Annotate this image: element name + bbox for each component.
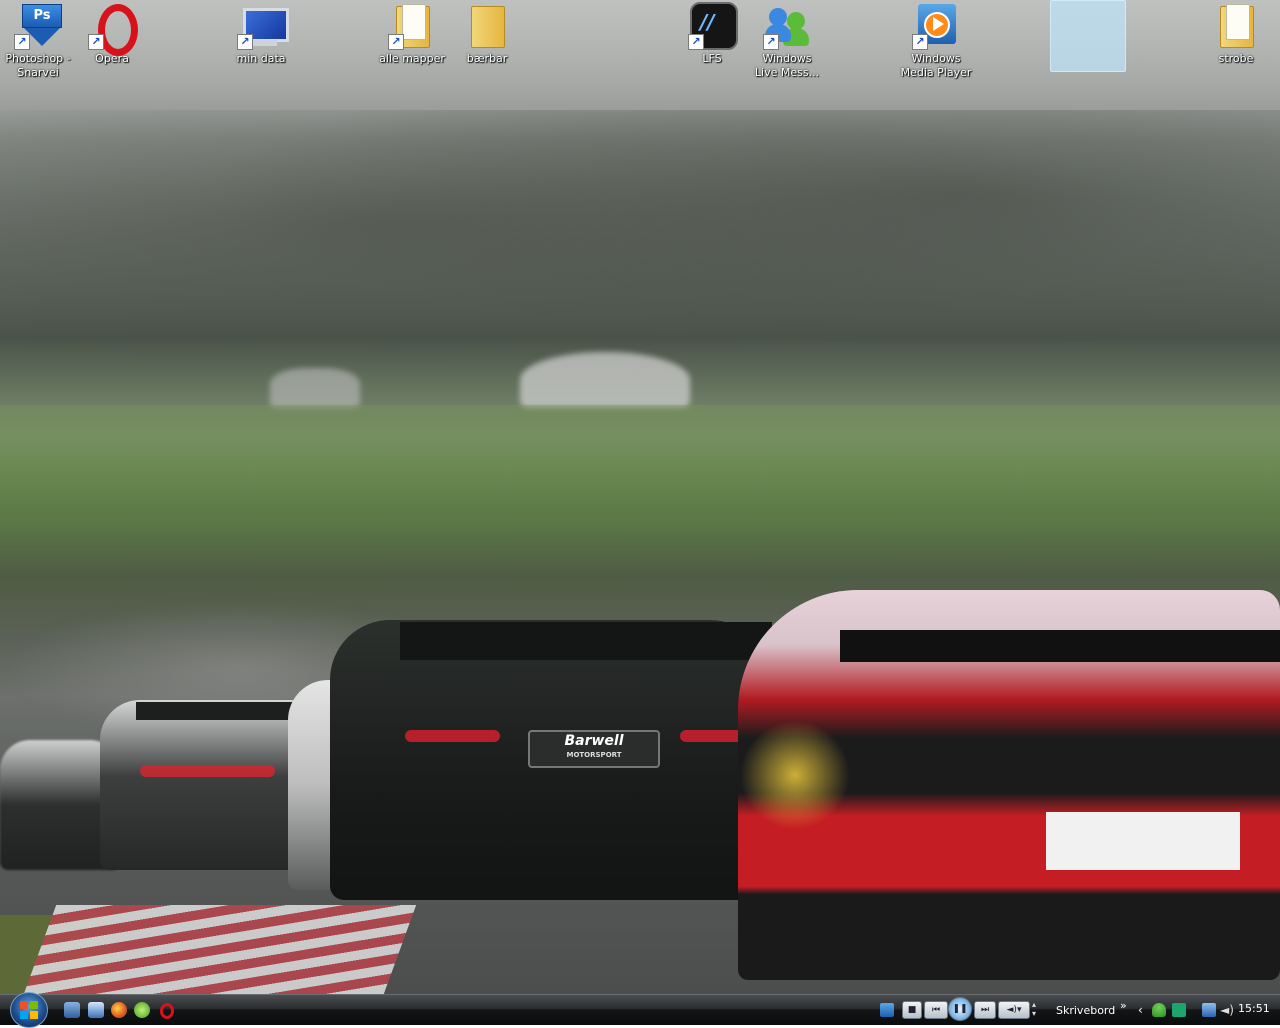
shortcut-arrow-icon: ↗ (14, 34, 30, 50)
folder-icon (1212, 2, 1260, 50)
shortcut-arrow-icon: ↗ (88, 34, 104, 50)
selected-desktop-icon-highlight[interactable] (1050, 0, 1126, 72)
desktop-icon-label: Photoshop - Snarvei (5, 52, 71, 79)
shortcut-arrow-icon: ↗ (763, 34, 779, 50)
desktop-icon-label: Windows Live Mess... (754, 52, 820, 79)
desktop[interactable]: Barwell MOTORSPORT Ps ↗ Photoshop - Snar… (0, 0, 1280, 994)
folder-icon: ↗ (388, 2, 436, 50)
wallpaper-trees (0, 110, 1280, 390)
toolbar-resize-icon[interactable]: ▴ ▾ (1032, 1000, 1042, 1020)
shortcut-arrow-icon: ↗ (688, 34, 704, 50)
desktop-toolbar-label[interactable]: Skrivebord (1056, 1004, 1115, 1017)
desktop-icon-label: LFS (702, 52, 722, 65)
opera-launch-icon[interactable] (160, 1003, 174, 1019)
desktop-icon-min-data[interactable]: ↗ min data (223, 2, 299, 66)
desktop-icon-alle-mapper[interactable]: ↗ alle mapper (374, 2, 450, 66)
desktop-icon-label: Windows Media Player (900, 52, 972, 79)
wallpaper-car-light (140, 765, 275, 777)
messenger-tray-icon[interactable] (1152, 1003, 1166, 1017)
messenger-icon: ↗ (763, 2, 811, 50)
media-player-toolbar-icon[interactable] (880, 1003, 894, 1017)
media-player-icon: ↗ (912, 2, 960, 50)
wallpaper-car-light (405, 730, 500, 742)
show-desktop-icon[interactable] (88, 1002, 104, 1018)
wallpaper-field (0, 405, 1280, 515)
wallpaper-car-subtext: MOTORSPORT (566, 751, 622, 759)
volume-icon[interactable]: ◄) (1220, 1003, 1234, 1017)
opera-icon: ↗ (88, 2, 138, 56)
wallpaper-car-plate: Barwell MOTORSPORT (528, 730, 660, 768)
wallpaper-car-wing (840, 630, 1280, 662)
next-icon[interactable]: ⏭ (974, 1001, 996, 1019)
stop-icon[interactable]: ■ (902, 1001, 922, 1019)
shortcut-arrow-icon: ↗ (388, 34, 404, 50)
app-launch-icon[interactable] (134, 1002, 150, 1018)
show-hidden-icons-icon[interactable]: ‹ (1138, 1003, 1143, 1017)
toolbar-chevron-icon[interactable]: » (1120, 999, 1127, 1012)
desktop-icon-label: alle mapper (379, 52, 445, 65)
volume-dropdown-icon[interactable]: ◄)▾ (998, 1001, 1030, 1019)
app-tray-icon[interactable] (1172, 1003, 1186, 1017)
desktop-icon-label: strobe (1218, 52, 1254, 65)
desktop-icon-label: bærbar (466, 52, 508, 65)
previous-icon[interactable]: ⏮ (924, 1001, 948, 1019)
desktop-icon-windows-media-player[interactable]: ↗ Windows Media Player (898, 2, 974, 80)
desktop-icon-photoshop[interactable]: Ps ↗ Photoshop - Snarvei (0, 2, 76, 80)
firefox-icon[interactable] (111, 1002, 127, 1018)
desktop-icon-label: min data (236, 52, 286, 65)
wallpaper-kerb (23, 905, 417, 994)
windows-logo-icon (20, 1001, 38, 1019)
photoshop-shortcut-icon: Ps ↗ (14, 2, 62, 50)
desktop-icon-opera[interactable]: ↗ Opera (74, 2, 150, 66)
wallpaper-tent (520, 352, 690, 408)
system-tray: ■ ⏮ ❚❚ ⏭ ◄)▾ ▴ ▾ Skrivebord » ‹ ◄) (876, 997, 1280, 1023)
wallpaper-car-stripe (740, 720, 850, 830)
shortcut-arrow-icon: ↗ (912, 34, 928, 50)
wallpaper-car-text: Barwell (564, 733, 624, 749)
shortcut-arrow-icon: ↗ (237, 34, 253, 50)
lfs-icon: // ↗ (688, 2, 738, 50)
taskbar: ■ ⏮ ❚❚ ⏭ ◄)▾ ▴ ▾ Skrivebord » ‹ ◄) 15:51 (0, 992, 1280, 1028)
photoshop-badge: Ps (22, 4, 62, 28)
start-button[interactable] (10, 992, 48, 1028)
wallpaper-car-plate (1046, 812, 1240, 870)
desktop-icon-lfs[interactable]: // ↗ LFS (674, 2, 750, 66)
wallpaper-tent (270, 368, 360, 408)
desktop-icon-windows-live-messenger[interactable]: ↗ Windows Live Mess... (749, 2, 825, 80)
clock[interactable]: 15:51 (1238, 1002, 1270, 1015)
folder-icon (463, 2, 511, 50)
desktop-icon-strobe[interactable]: strobe (1198, 2, 1274, 66)
pause-icon[interactable]: ❚❚ (948, 997, 972, 1021)
network-icon[interactable] (1202, 1003, 1216, 1017)
desktop-icon-baerbar[interactable]: bærbar (449, 2, 525, 66)
switch-windows-icon[interactable] (64, 1002, 80, 1018)
wallpaper-car-wing (400, 622, 772, 660)
computer-icon: ↗ (237, 2, 289, 50)
